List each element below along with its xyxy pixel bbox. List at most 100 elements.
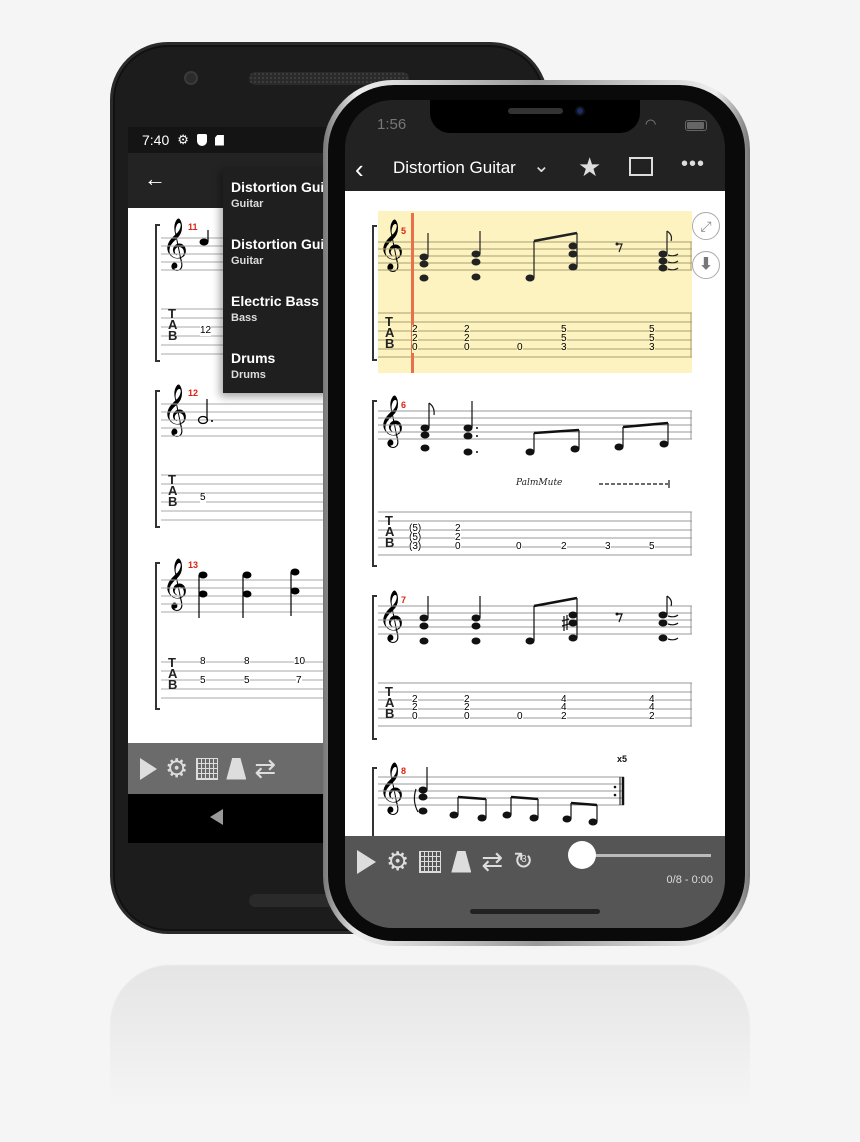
tab-fret: 10 [294,656,306,667]
metronome-icon[interactable] [451,850,472,873]
tab-fret: 3 [649,342,655,353]
iphone-score: 5 𝄞 TAB 2 2 0 2 2 0 0 5 5 3 5 5 3 ⤢ ⬇ 6 … [345,191,725,836]
loop-icon[interactable]: ⇄ [254,753,276,784]
shield-icon [196,134,207,146]
tab-clef: TAB [168,655,178,692]
tab-fret: 8 [200,656,206,667]
tab-fret: 2 [561,541,567,552]
measure-5-notation [378,230,692,358]
tab-fret: (3) [409,541,422,552]
expand-button[interactable]: ⤢ [692,212,720,240]
wifi-icon: ◠ [645,116,657,131]
measure-7-notation [378,595,692,727]
android-playback-toolbar: ⚙ ⇄ [128,743,328,794]
star-icon[interactable]: ★ [578,152,601,183]
fullscreen-icon[interactable] [629,157,653,176]
gear-icon: ⚙ [177,132,189,147]
tab-fret: 2 [561,711,567,722]
iphone-notch [430,100,640,133]
tab-fret: 8 [244,656,250,667]
android-status-bar: 7:40 ⚙ [128,127,328,153]
expand-icon: ⤢ [700,218,712,234]
tab-fret: 0 [464,342,470,353]
track-title[interactable]: Distortion Guitar [393,158,516,178]
tab-fret: 5 [649,541,655,552]
tab-fret: 5 [244,675,250,686]
tab-fret: 0 [464,711,470,722]
tab-fret: 3 [561,342,567,353]
system-bracket [372,400,377,567]
nav-back-icon[interactable] [210,809,223,825]
android-camera [184,71,198,85]
home-indicator [470,909,600,914]
track-name: Distortion Guitar [231,236,328,252]
tab-fret: 0 [517,711,523,722]
status-time: 1:56 [377,116,407,133]
tab-clef: TAB [168,472,178,509]
staff-lines [161,568,328,699]
gear-icon[interactable]: ⚙ [165,753,188,784]
tab-clef: TAB [385,684,395,721]
tab-fret: 0 [517,342,523,353]
track-type: Guitar [231,198,264,210]
system-bracket [372,595,377,740]
chevron-down-icon[interactable]: ⌄ [533,153,550,178]
track-menu-item[interactable]: Electric Bass Bass [231,293,328,324]
play-icon[interactable] [140,757,157,780]
system-bracket [155,390,160,528]
progress-slider-knob[interactable] [568,841,596,869]
tab-fret: 5 [200,675,206,686]
tab-fret: 2 [649,711,655,722]
track-type: Drums [231,369,266,381]
track-menu-item[interactable]: Distortion Guitar Guitar [231,179,328,210]
device-reflection [110,965,750,1105]
tab-fret: 0 [455,541,461,552]
metronome-icon[interactable] [226,757,247,780]
android-nav-bar [128,794,328,843]
countdown-icon[interactable]: ↻ 3 [513,847,533,876]
tab-fret: 3 [605,541,611,552]
android-screen: 7:40 ⚙ ← 11 𝄞 TAB 12 12 𝄞 T A B 5 13 𝄞 T… [128,127,328,843]
tab-fret: 0 [516,541,522,552]
tab-clef: TAB [168,306,178,343]
track-type: Bass [231,312,258,324]
iphone-speaker [508,108,563,114]
play-icon[interactable] [357,849,376,874]
system-bracket [155,224,160,362]
staff-lines [161,399,328,521]
system-bracket [372,767,377,836]
tab-clef: TAB [385,513,395,550]
palm-mute-label: PalmMute [516,478,563,488]
status-time: 7:40 [142,132,170,148]
tab-fret: 12 [200,325,212,336]
track-name: Drums [231,350,276,366]
back-chevron-icon[interactable]: ‹ [355,155,364,183]
iphone-playback-toolbar: ⚙ ⇄ ↻ 3 0/8 - 0:00 [345,836,725,928]
system-bracket [372,225,377,361]
track-type: Guitar [231,255,264,267]
back-arrow-icon[interactable]: ← [144,167,168,191]
battery-icon [685,120,707,131]
fretboard-icon[interactable] [196,757,219,780]
download-icon: ⬇ [699,256,713,273]
iphone-nav-header: ‹ Distortion Guitar ⌄ ★ ••• [345,147,725,191]
tab-fret: 0 [412,711,418,722]
track-name: Electric Bass [231,293,319,309]
tab-fret: 7 [296,675,302,686]
system-bracket [155,562,160,710]
countdown-number: 3 [521,854,527,865]
gear-icon[interactable]: ⚙ [386,846,409,877]
iphone-camera [575,106,585,116]
download-button[interactable]: ⬇ [692,251,720,279]
more-icon[interactable]: ••• [681,153,705,176]
loop-icon[interactable]: ⇄ [481,846,503,877]
iphone-screen: 1:56 ◠ ‹ Distortion Guitar ⌄ ★ ••• 5 𝄞 T… [345,100,725,928]
app-showcase: 7:40 ⚙ ← 11 𝄞 TAB 12 12 𝄞 T A B 5 13 𝄞 T… [0,0,860,1142]
track-menu-item[interactable]: Drums Drums [231,350,328,381]
track-menu-item[interactable]: Distortion Guitar Guitar [231,236,328,267]
sd-card-icon [214,134,224,146]
tab-fret: 5 [200,492,206,503]
fretboard-icon[interactable] [419,850,442,873]
progress-slider-track[interactable] [585,854,711,857]
track-dropdown-menu: Distortion Guitar Guitar Distortion Guit… [223,167,328,393]
